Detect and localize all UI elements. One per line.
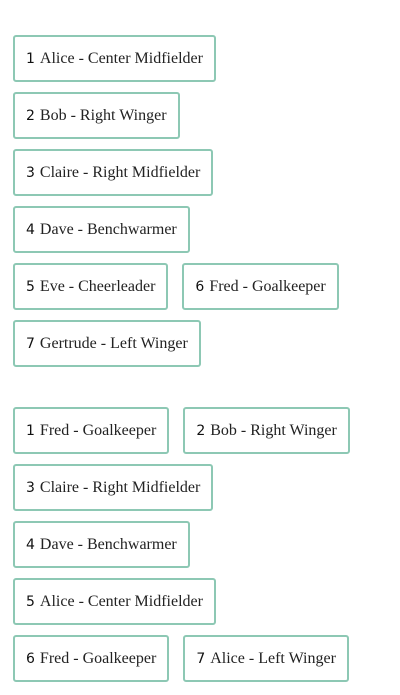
player-number: 6 — [26, 650, 35, 667]
player-row: 4 Dave - Benchwarmer — [13, 521, 393, 568]
player-chip[interactable]: 5 Eve - Cheerleader — [13, 263, 169, 310]
player-number: 7 — [196, 650, 206, 667]
player-row: 2 Bob - Right Winger — [13, 92, 393, 139]
player-list-original: 1 Alice - Center Midfielder 2 Bob - Righ… — [13, 35, 393, 377]
player-chip[interactable]: 4 Dave - Benchwarmer — [13, 206, 190, 253]
player-chip[interactable]: 3 Claire - Right Midfielder — [13, 464, 214, 511]
player-chip[interactable]: 2 Bob - Right Winger — [13, 92, 180, 139]
player-label: Bob - Right Winger — [210, 421, 337, 439]
player-label: Fred - Goalkeeper — [209, 277, 326, 295]
player-label: Alice - Center Midfielder — [39, 49, 203, 67]
player-number: 4 — [26, 221, 35, 238]
player-chip[interactable]: 6 Fred - Goalkeeper — [182, 263, 339, 310]
player-number: 1 — [26, 422, 35, 439]
player-label: Dave - Benchwarmer — [39, 535, 177, 553]
player-row: 7 Gertrude - Left Winger — [13, 320, 393, 367]
player-chip[interactable]: 5 Alice - Center Midfielder — [13, 578, 216, 625]
player-label: Claire - Right Midfielder — [39, 163, 201, 181]
player-label: Eve - Cheerleader — [39, 277, 156, 295]
player-row: 4 Dave - Benchwarmer — [13, 206, 393, 253]
player-label: Dave - Benchwarmer — [39, 220, 177, 238]
player-chip[interactable]: 6 Fred - Goalkeeper — [13, 635, 170, 682]
player-chip[interactable]: 1 Alice - Center Midfielder — [13, 35, 216, 82]
player-label: Alice - Center Midfielder — [39, 592, 203, 610]
player-label: Gertrude - Left Winger — [39, 334, 188, 352]
player-chip[interactable]: 1 Fred - Goalkeeper — [13, 407, 170, 454]
player-chip[interactable]: 3 Claire - Right Midfielder — [13, 149, 214, 196]
player-chip[interactable]: 4 Dave - Benchwarmer — [13, 521, 190, 568]
player-number: 4 — [26, 536, 35, 553]
player-row: 1 Alice - Center Midfielder — [13, 35, 393, 82]
player-row: 5 Eve - Cheerleader 6 Fred - Goalkeeper — [13, 263, 393, 310]
player-row: 3 Claire - Right Midfielder — [13, 149, 393, 196]
player-number: 5 — [26, 593, 35, 610]
player-number: 7 — [26, 335, 35, 352]
player-row: 6 Fred - Goalkeeper 7 Alice - Left Winge… — [13, 635, 393, 682]
player-number: 5 — [26, 278, 35, 295]
player-number: 1 — [26, 50, 35, 67]
player-number: 2 — [26, 107, 35, 124]
player-label: Claire - Right Midfielder — [39, 478, 201, 496]
player-label: Fred - Goalkeeper — [39, 421, 157, 439]
player-row: 1 Fred - Goalkeeper 2 Bob - Right Winger — [13, 407, 393, 454]
player-label: Bob - Right Winger — [39, 106, 167, 124]
player-number: 3 — [26, 479, 35, 496]
player-chip[interactable]: 7 Gertrude - Left Winger — [13, 320, 201, 367]
player-row: 3 Claire - Right Midfielder — [13, 464, 393, 511]
player-row: 5 Alice - Center Midfielder — [13, 578, 393, 625]
player-number: 3 — [26, 164, 35, 181]
player-list-reordered: 1 Fred - Goalkeeper 2 Bob - Right Winger… — [13, 407, 393, 692]
player-chip[interactable]: 2 Bob - Right Winger — [183, 407, 350, 454]
player-number: 2 — [196, 422, 206, 439]
player-chip[interactable]: 7 Alice - Left Winger — [183, 635, 349, 682]
player-label: Alice - Left Winger — [210, 649, 336, 667]
player-label: Fred - Goalkeeper — [39, 649, 157, 667]
player-number: 6 — [195, 278, 205, 295]
